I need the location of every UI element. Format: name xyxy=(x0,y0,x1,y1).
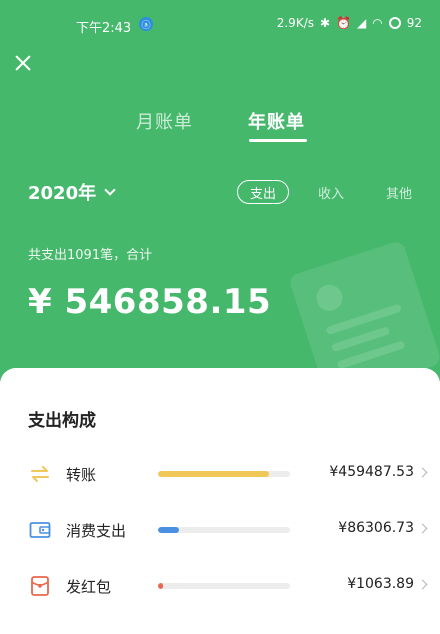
bluetooth-icon: ✱ xyxy=(319,16,331,30)
share-bar-fill xyxy=(158,527,180,533)
chevron-down-icon xyxy=(104,183,116,196)
composition-title: 支出构成 xyxy=(28,411,96,431)
battery-level: 92 xyxy=(406,16,422,30)
alarm-icon: ⏰ xyxy=(336,16,351,30)
year-label: 2020年 xyxy=(28,183,97,204)
composition-row-consumption[interactable]: 消费支出 ¥86306.73 xyxy=(0,510,440,550)
share-bar-fill xyxy=(158,583,164,589)
status-time: 下午2:43 xyxy=(76,21,132,36)
row-label: 发红包 xyxy=(66,578,112,596)
share-bar xyxy=(158,583,290,589)
share-bar-fill xyxy=(158,471,269,477)
share-bar xyxy=(158,527,290,533)
row-amount: ¥459487.53 xyxy=(329,464,414,480)
network-speed: 2.9K/s xyxy=(276,16,314,30)
row-amount: ¥86306.73 xyxy=(338,520,414,536)
composition-row-red-packet[interactable]: 发红包 ¥1063.89 xyxy=(0,566,440,606)
status-right-group: 2.9K/s ✱ ⏰ ◢ ◠ 92 xyxy=(277,16,422,30)
chevron-right-icon xyxy=(417,467,428,478)
bill-tabs: 月账单 年账单 xyxy=(0,108,440,148)
active-tab-indicator xyxy=(249,139,307,142)
wifi-icon: ◠ xyxy=(372,16,383,30)
year-selector[interactable]: 2020年 xyxy=(28,179,116,205)
filter-expense[interactable]: 支出 xyxy=(237,180,289,204)
row-label: 消费支出 xyxy=(66,522,127,540)
composition-card: 支出构成 转账 ¥459487.53 消费支出 ¥86306.73 发红包 ¥1… xyxy=(0,368,440,634)
watermark-circle xyxy=(313,281,346,315)
composition-row-transfer[interactable]: 转账 ¥459487.53 xyxy=(0,454,440,494)
status-bar: 下午2:43 ⓐ 2.9K/s ✱ ⏰ ◢ ◠ 92 xyxy=(0,0,440,48)
notification-app-icon: ⓐ xyxy=(139,17,153,31)
share-bar xyxy=(158,471,290,477)
red-packet-icon xyxy=(31,576,49,596)
signal-icon: ◢ xyxy=(357,16,367,30)
transfer-icon xyxy=(31,466,49,482)
chevron-right-icon xyxy=(417,523,428,534)
chevron-right-icon xyxy=(417,579,428,590)
battery-icon xyxy=(388,17,401,29)
tab-monthly-bill[interactable]: 月账单 xyxy=(136,108,193,134)
summary-label: 共支出1091笔，合计 xyxy=(28,248,153,263)
wallet-icon xyxy=(29,522,51,538)
tab-yearly-bill[interactable]: 年账单 xyxy=(248,108,305,134)
filter-other[interactable]: 其他 xyxy=(377,180,421,204)
row-amount: ¥1063.89 xyxy=(347,576,414,592)
filter-income[interactable]: 收入 xyxy=(309,180,353,204)
close-icon[interactable] xyxy=(12,52,34,74)
row-label: 转账 xyxy=(66,466,97,484)
total-amount: ¥ 546858.15 xyxy=(28,282,272,322)
